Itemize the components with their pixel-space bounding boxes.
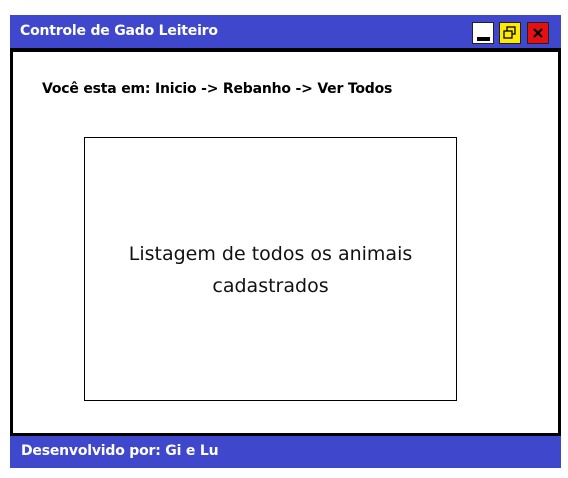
- restore-button[interactable]: [499, 22, 521, 44]
- animal-list-panel[interactable]: Listagem de todos os animais cadastrados: [84, 137, 457, 401]
- footer-credits: Desenvolvido por: Gi e Lu: [21, 443, 219, 459]
- main-content: Você esta em: Inicio -> Rebanho -> Ver T…: [10, 48, 561, 436]
- breadcrumb: Você esta em: Inicio -> Rebanho -> Ver T…: [42, 81, 393, 97]
- footer-bar: Desenvolvido por: Gi e Lu: [10, 436, 561, 468]
- minimize-button[interactable]: [472, 22, 494, 44]
- animal-list-placeholder: Listagem de todos os animais cadastrados: [128, 243, 413, 297]
- restore-icon: [503, 26, 516, 39]
- minimize-icon: [477, 37, 490, 41]
- window-title: Controle de Gado Leiteiro: [20, 23, 218, 39]
- title-bar[interactable]: Controle de Gado Leiteiro: [10, 15, 561, 48]
- close-icon: [533, 28, 543, 38]
- app-window: Controle de Gado Leiteiro Você esta em: …: [10, 15, 561, 468]
- close-button[interactable]: [527, 22, 549, 44]
